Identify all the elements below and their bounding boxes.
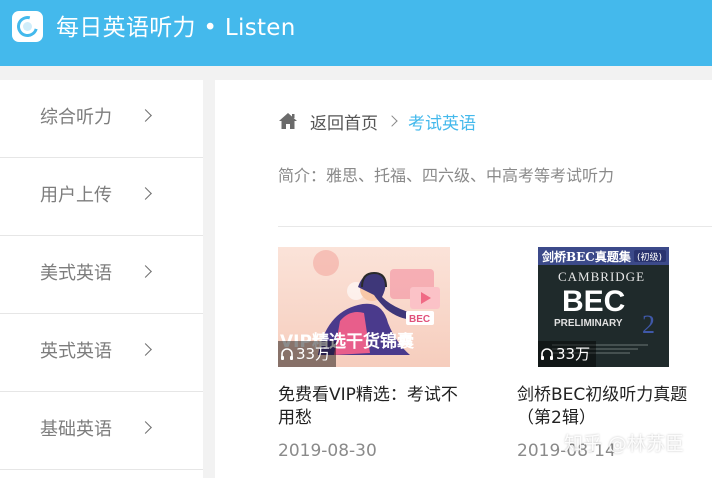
cover-bec-text: BEC <box>562 285 625 318</box>
app-title: 每日英语听力 • Listen <box>56 15 296 41</box>
breadcrumb-current[interactable]: 考试英语 <box>408 109 476 134</box>
headphones-icon <box>281 348 293 360</box>
album-date: 2019-08-30 <box>278 441 377 461</box>
sidebar-item-american-english[interactable]: 美式英语 <box>0 236 203 314</box>
sidebar-item-label: 综合听力 <box>40 107 112 128</box>
headphones-icon <box>541 348 553 360</box>
play-count-badge: 33万 <box>538 341 597 367</box>
album-cover-bec[interactable]: 剑桥BEC真题集 (初级) CAMBRIDGE BEC PRELIMINARY … <box>538 247 669 367</box>
sidebar-item-comprehensive[interactable]: 综合听力 <box>0 80 203 158</box>
album-cover-vip[interactable]: BEC VIP精选干货锦囊 33万 <box>278 247 450 367</box>
cover-tag-text: BEC <box>409 314 430 325</box>
home-icon[interactable] <box>278 112 298 130</box>
sidebar-item-label: 英式英语 <box>40 341 112 362</box>
sidebar-item-user-uploads[interactable]: 用户上传 <box>0 158 203 236</box>
app-logo-icon[interactable] <box>12 11 43 42</box>
divider <box>278 226 712 227</box>
sidebar-item-label: 基础英语 <box>40 419 112 440</box>
sidebar-item-basic-english[interactable]: 基础英语 <box>0 392 203 470</box>
breadcrumb-home-link[interactable]: 返回首页 <box>310 109 378 134</box>
category-sidebar: 综合听力 用户上传 美式英语 英式英语 基础英语 <box>0 80 203 478</box>
app-header: 每日英语听力 • Listen <box>0 0 712 66</box>
cover-series-text: 剑桥BEC真题集 <box>541 249 632 264</box>
watermark-text: 知乎 @林苏臣 <box>564 433 685 455</box>
cover-edition-text: (初级) <box>637 251 662 263</box>
play-count: 33万 <box>556 345 591 363</box>
album-title[interactable]: 剑桥BEC初级听力真题（第2辑） <box>517 384 707 430</box>
chevron-right-icon <box>139 343 152 356</box>
cover-level-text: PRELIMINARY <box>554 318 623 329</box>
cover-volume-text: 2 <box>642 310 655 339</box>
chevron-right-icon <box>139 421 152 434</box>
breadcrumb: 返回首页 考试英语 <box>278 109 476 134</box>
play-count: 33万 <box>296 345 331 363</box>
sidebar-item-label: 用户上传 <box>40 185 112 206</box>
chevron-right-icon <box>139 109 152 122</box>
chevron-right-icon <box>139 265 152 278</box>
sidebar-item-british-english[interactable]: 英式英语 <box>0 314 203 392</box>
sidebar-item-label: 美式英语 <box>40 263 112 284</box>
chevron-right-icon <box>386 115 398 127</box>
album-card[interactable]: BEC VIP精选干货锦囊 33万 免费看VIP精选：考试不用愁 2019-08… <box>278 247 458 461</box>
logo-dot <box>23 22 32 31</box>
category-intro: 简介：雅思、托福、四六级、中高考等考试听力 <box>278 166 615 185</box>
play-count-badge: 33万 <box>278 341 337 367</box>
main-content: 返回首页 考试英语 简介：雅思、托福、四六级、中高考等考试听力 BEC VIP精… <box>215 80 712 478</box>
chevron-right-icon <box>139 187 152 200</box>
album-title[interactable]: 免费看VIP精选：考试不用愁 <box>278 384 468 430</box>
cover-brand-text: CAMBRIDGE <box>558 269 645 284</box>
